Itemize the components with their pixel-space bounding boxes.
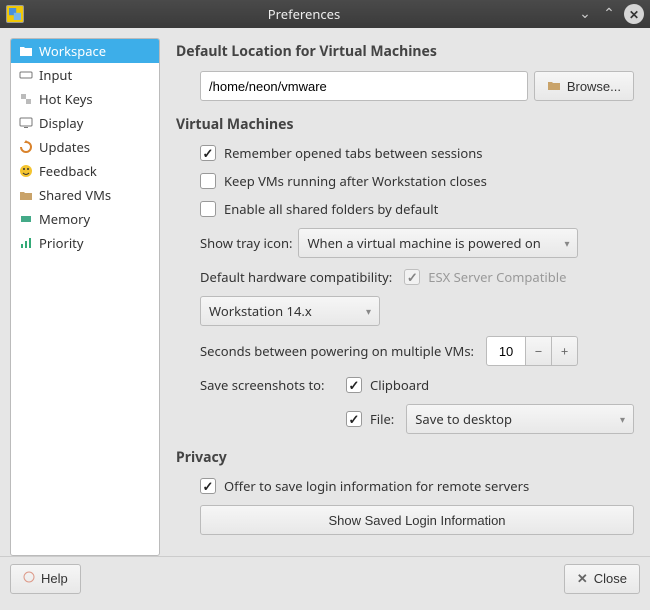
feedback-icon — [19, 164, 33, 178]
show-saved-login-button[interactable]: Show Saved Login Information — [200, 505, 634, 535]
section-default-location: Default Location for Virtual Machines — [176, 42, 634, 61]
minimize-icon[interactable]: ⌄ — [576, 4, 594, 22]
chevron-down-icon: ▾ — [620, 412, 625, 426]
seconds-input[interactable] — [486, 336, 526, 366]
offer-save-login-checkbox[interactable]: Offer to save login information for remo… — [200, 477, 529, 495]
sidebar-item-feedback[interactable]: Feedback — [11, 159, 159, 183]
checkbox-icon — [200, 478, 216, 494]
clipboard-checkbox[interactable]: Clipboard — [346, 376, 429, 394]
window-title: Preferences — [32, 5, 576, 23]
titlebar: Preferences ⌄ ⌃ ✕ — [0, 0, 650, 28]
close-button[interactable]: ✕ Close — [564, 564, 640, 594]
footer: Help ✕ Close — [0, 556, 650, 600]
help-button[interactable]: Help — [10, 564, 81, 594]
sidebar-item-label: Shared VMs — [39, 186, 111, 204]
sidebar-item-label: Display — [39, 114, 83, 132]
file-dest-dropdown[interactable]: Save to desktop ▾ — [406, 404, 634, 434]
checkbox-icon — [346, 377, 362, 393]
sidebar-item-input[interactable]: Input — [11, 63, 159, 87]
sidebar-item-label: Memory — [39, 210, 90, 228]
close-icon[interactable]: ✕ — [624, 4, 644, 24]
sidebar-item-label: Feedback — [39, 162, 97, 180]
keep-running-checkbox[interactable]: Keep VMs running after Workstation close… — [200, 172, 487, 190]
sidebar-item-memory[interactable]: Memory — [11, 207, 159, 231]
checkbox-icon — [346, 411, 362, 427]
maximize-icon[interactable]: ⌃ — [600, 4, 618, 22]
main-panel: Default Location for Virtual Machines Br… — [170, 38, 640, 556]
sidebar-item-label: Workspace — [39, 42, 106, 60]
section-virtual-machines: Virtual Machines — [176, 115, 634, 134]
tray-dropdown[interactable]: When a virtual machine is powered on ▾ — [298, 228, 578, 258]
sidebar-item-label: Input — [39, 66, 72, 84]
seconds-label: Seconds between powering on multiple VMs… — [200, 342, 474, 360]
checkbox-icon — [200, 173, 216, 189]
app-icon — [6, 5, 24, 23]
sidebar-item-updates[interactable]: Updates — [11, 135, 159, 159]
esx-compatible-checkbox: ESX Server Compatible — [404, 268, 566, 286]
default-location-input[interactable] — [200, 71, 528, 101]
sidebar-item-priority[interactable]: Priority — [11, 231, 159, 255]
shared-icon — [19, 188, 33, 202]
display-icon — [19, 116, 33, 130]
remember-tabs-checkbox[interactable]: Remember opened tabs between sessions — [200, 144, 482, 162]
folder-icon — [19, 44, 33, 58]
sidebar-item-label: Hot Keys — [39, 90, 93, 108]
sidebar-item-label: Priority — [39, 234, 84, 252]
priority-icon — [19, 236, 33, 250]
help-icon — [23, 571, 35, 586]
sidebar-item-label: Updates — [39, 138, 90, 156]
keyboard-icon — [19, 68, 33, 82]
updates-icon — [19, 140, 33, 154]
sidebar-item-workspace[interactable]: Workspace — [11, 39, 159, 63]
file-checkbox[interactable]: File: — [346, 410, 394, 428]
checkbox-icon — [200, 201, 216, 217]
chevron-down-icon: ▾ — [366, 304, 371, 318]
hw-compat-dropdown[interactable]: Workstation 14.x ▾ — [200, 296, 380, 326]
hotkeys-icon — [19, 92, 33, 106]
chevron-down-icon: ▾ — [564, 236, 569, 250]
checkbox-icon — [404, 269, 420, 285]
sidebar: Workspace Input Hot Keys Display Updates… — [10, 38, 160, 556]
browse-button[interactable]: Browse... — [534, 71, 634, 101]
increment-button[interactable]: + — [552, 336, 578, 366]
checkbox-icon — [200, 145, 216, 161]
decrement-button[interactable]: − — [526, 336, 552, 366]
memory-icon — [19, 212, 33, 226]
seconds-spinner: − + — [486, 336, 578, 366]
screenshots-label: Save screenshots to: — [200, 376, 340, 394]
sidebar-item-display[interactable]: Display — [11, 111, 159, 135]
tray-label: Show tray icon: — [200, 234, 292, 252]
close-icon: ✕ — [577, 571, 588, 587]
sidebar-item-sharedvms[interactable]: Shared VMs — [11, 183, 159, 207]
section-privacy: Privacy — [176, 448, 634, 467]
enable-shared-checkbox[interactable]: Enable all shared folders by default — [200, 200, 438, 218]
folder-open-icon — [547, 78, 561, 95]
hw-compat-label: Default hardware compatibility: — [200, 268, 392, 286]
sidebar-item-hotkeys[interactable]: Hot Keys — [11, 87, 159, 111]
